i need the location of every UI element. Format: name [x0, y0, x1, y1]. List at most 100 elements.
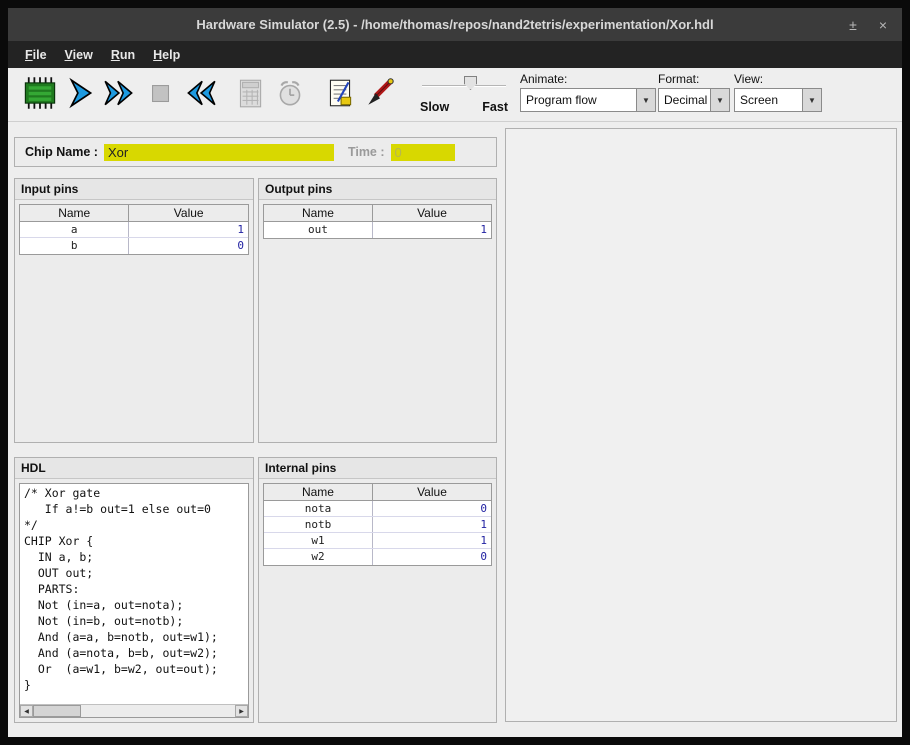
chevron-down-icon[interactable]: ▼	[636, 89, 655, 111]
pin-name-cell: nota	[264, 501, 373, 516]
stop-button[interactable]	[140, 72, 180, 114]
format-group: Format: Decimal ▼	[658, 72, 730, 112]
scroll-right-icon[interactable]: ▶	[235, 705, 248, 717]
value-column-header: Value	[373, 205, 491, 221]
output-pins-table: Name Value out 1	[263, 204, 492, 239]
table-header: Name Value	[20, 205, 248, 222]
window-title: Hardware Simulator (2.5) - /home/thomas/…	[196, 17, 713, 32]
table-row[interactable]: b 0	[20, 238, 248, 254]
horizontal-scrollbar[interactable]: ◀ ▶	[20, 704, 248, 717]
view-hdl-button[interactable]	[320, 72, 360, 114]
output-pins-rows: out 1	[264, 222, 491, 238]
hdl-panel: HDL /* Xor gate If a!=b out=1 else out=0…	[14, 457, 254, 723]
pin-name-cell: w1	[264, 533, 373, 548]
internal-pins-table: Name Value nota 0 notb 1 w1	[263, 483, 492, 566]
format-label: Format:	[658, 72, 730, 86]
stop-square-icon	[143, 76, 177, 110]
animate-group: Animate: Program flow ▼	[520, 72, 656, 112]
speed-slider[interactable]: Slow Fast	[420, 74, 508, 118]
fast-label: Fast	[482, 100, 508, 114]
run-button[interactable]	[100, 72, 140, 114]
time-field: 0	[391, 144, 455, 161]
scroll-left-icon[interactable]: ◀	[20, 705, 33, 717]
load-chip-button[interactable]	[20, 72, 60, 114]
scrollbar-thumb[interactable]	[33, 705, 81, 717]
slider-labels: Slow Fast	[420, 100, 508, 114]
output-pins-title: Output pins	[259, 179, 496, 200]
close-button[interactable]: ×	[868, 8, 898, 41]
pin-value-cell: 1	[373, 517, 491, 532]
internal-pins-rows: nota 0 notb 1 w1 1 w2 0	[264, 501, 491, 565]
chevron-down-icon[interactable]: ▼	[710, 89, 729, 111]
minimize-button[interactable]: ±	[838, 8, 868, 41]
animate-select[interactable]: Program flow ▼	[520, 88, 656, 112]
single-step-button[interactable]	[60, 72, 100, 114]
value-column-header: Value	[373, 484, 491, 500]
pin-value-cell[interactable]: 1	[129, 222, 248, 237]
format-value: Decimal	[659, 89, 710, 111]
code-line: And (a=a, b=notb, out=w1);	[24, 629, 244, 645]
code-line: /* Xor gate	[24, 485, 244, 501]
table-row: out 1	[264, 222, 491, 238]
toolbar-buttons	[20, 72, 400, 114]
format-select[interactable]: Decimal ▼	[658, 88, 730, 112]
slow-label: Slow	[420, 100, 449, 114]
reset-button[interactable]	[180, 72, 220, 114]
clock-icon	[273, 76, 307, 110]
table-row[interactable]: a 1	[20, 222, 248, 238]
view-group: View: Screen ▼	[734, 72, 822, 112]
script-icon	[323, 76, 357, 110]
chip-bar: Chip Name : Xor Time : 0	[14, 137, 497, 167]
chip-name-label: Chip Name :	[25, 145, 98, 159]
menu-file[interactable]: File	[16, 44, 56, 66]
slider-track[interactable]	[422, 85, 506, 87]
titlebar: Hardware Simulator (2.5) - /home/thomas/…	[8, 8, 902, 41]
screen-display	[505, 128, 897, 722]
code-line: */	[24, 517, 244, 533]
name-column-header: Name	[20, 205, 129, 221]
table-header: Name Value	[264, 205, 491, 222]
hardware-simulator-window: Hardware Simulator (2.5) - /home/thomas/…	[8, 8, 902, 737]
output-pins-panel: Output pins Name Value out 1	[258, 178, 497, 443]
menu-run[interactable]: Run	[102, 44, 144, 66]
view-label: View:	[734, 72, 822, 86]
paint-button[interactable]	[360, 72, 400, 114]
hdl-code-view[interactable]: /* Xor gate If a!=b out=1 else out=0 */ …	[19, 483, 249, 718]
single-step-arrow-icon	[63, 76, 97, 110]
code-line: Or (a=w1, b=w2, out=out);	[24, 661, 244, 677]
hdl-code-lines: /* Xor gate If a!=b out=1 else out=0 */ …	[20, 484, 248, 693]
internal-pins-title: Internal pins	[259, 458, 496, 479]
calculator-button[interactable]	[230, 72, 270, 114]
toolbar: Slow Fast Animate: Program flow ▼ Format…	[8, 68, 902, 122]
code-line: And (a=nota, b=b, out=w2);	[24, 645, 244, 661]
view-select[interactable]: Screen ▼	[734, 88, 822, 112]
slider-thumb[interactable]	[464, 76, 477, 90]
table-header: Name Value	[264, 484, 491, 501]
table-row: notb 1	[264, 517, 491, 533]
chevron-down-icon[interactable]: ▼	[802, 89, 821, 111]
pin-name-cell: w2	[264, 549, 373, 565]
input-pins-panel: Input pins Name Value a 1 b 0	[14, 178, 254, 443]
pin-name-cell: b	[20, 238, 129, 254]
animate-value: Program flow	[521, 89, 636, 111]
code-line: Not (in=a, out=nota);	[24, 597, 244, 613]
input-pins-title: Input pins	[15, 179, 253, 200]
pin-value-cell[interactable]: 0	[129, 238, 248, 254]
menu-help[interactable]: Help	[144, 44, 189, 66]
table-row: w2 0	[264, 549, 491, 565]
pin-name-cell: notb	[264, 517, 373, 532]
internal-pins-panel: Internal pins Name Value nota 0 notb 1	[258, 457, 497, 723]
code-line: PARTS:	[24, 581, 244, 597]
table-row: nota 0	[264, 501, 491, 517]
paintbrush-icon	[363, 76, 397, 110]
code-line: CHIP Xor {	[24, 533, 244, 549]
menu-view[interactable]: View	[56, 44, 102, 66]
pin-name-cell: a	[20, 222, 129, 237]
input-pins-rows: a 1 b 0	[20, 222, 248, 254]
code-line: }	[24, 677, 244, 693]
code-line: IN a, b;	[24, 549, 244, 565]
clock-button[interactable]	[270, 72, 310, 114]
value-column-header: Value	[129, 205, 248, 221]
pin-name-cell: out	[264, 222, 373, 238]
time-label: Time :	[348, 145, 385, 159]
